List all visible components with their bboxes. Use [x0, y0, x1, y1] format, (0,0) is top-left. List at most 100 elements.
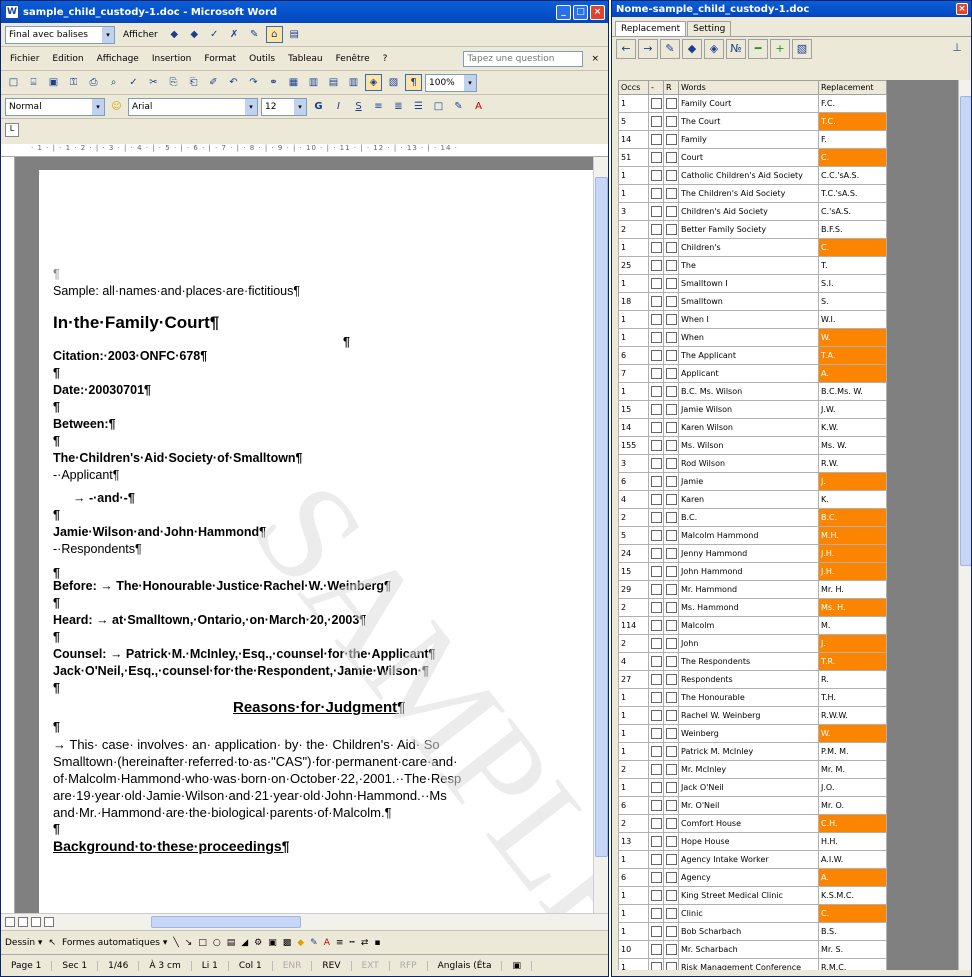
- font-color-draw-icon[interactable]: A: [324, 938, 330, 948]
- exclude-checkbox[interactable]: [648, 832, 664, 851]
- replace-checkbox[interactable]: [663, 778, 679, 797]
- spelling-icon[interactable]: ✓: [125, 74, 142, 91]
- table-row[interactable]: 114 Malcolm M.: [618, 616, 887, 635]
- justify-icon[interactable]: ≣: [390, 98, 407, 115]
- table-row[interactable]: 5 The Court T.C.: [618, 112, 887, 131]
- table-row[interactable]: 5 Malcolm Hammond M.H.: [618, 526, 887, 545]
- undo-icon[interactable]: ↶: [225, 74, 242, 91]
- replace-checkbox[interactable]: [663, 904, 679, 923]
- exclude-checkbox[interactable]: [648, 472, 664, 491]
- replace-checkbox[interactable]: [663, 760, 679, 779]
- replace-checkbox[interactable]: [663, 382, 679, 401]
- replacement-cell[interactable]: B.C.: [818, 508, 887, 527]
- new-doc-icon[interactable]: □: [5, 74, 22, 91]
- table-row[interactable]: 1 Family Court F.C.: [618, 94, 887, 113]
- cut-icon[interactable]: ✂: [145, 74, 162, 91]
- exclude-checkbox[interactable]: [648, 292, 664, 311]
- col-replacement[interactable]: Replacement: [818, 80, 887, 95]
- print-icon[interactable]: ⎙: [85, 74, 102, 91]
- print-view-icon[interactable]: [31, 917, 41, 927]
- exclude-checkbox[interactable]: [648, 796, 664, 815]
- replace-checkbox[interactable]: [663, 688, 679, 707]
- exclude-checkbox[interactable]: [648, 436, 664, 455]
- exclude-checkbox[interactable]: [648, 148, 664, 167]
- menu-fenetre[interactable]: Fenêtre: [331, 54, 375, 64]
- replace-checkbox[interactable]: [663, 922, 679, 941]
- outline-view-icon[interactable]: [44, 917, 54, 927]
- exclude-checkbox[interactable]: [648, 688, 664, 707]
- word-cell[interactable]: Applicant: [678, 364, 819, 383]
- replacement-scroll-thumb[interactable]: [960, 96, 971, 566]
- replace-checkbox[interactable]: [663, 256, 679, 275]
- style-select[interactable]: Normal ▾: [5, 97, 105, 116]
- doc-map-icon[interactable]: ▧: [385, 74, 402, 91]
- italic-icon[interactable]: I: [330, 98, 347, 115]
- replacement-cell[interactable]: R.M.C.: [818, 958, 887, 970]
- table-row[interactable]: 2 Mr. McInley Mr. M.: [618, 760, 887, 779]
- replace-checkbox[interactable]: [663, 652, 679, 671]
- word-cell[interactable]: B.C.: [678, 508, 819, 527]
- wordart-icon[interactable]: ◢: [241, 938, 248, 948]
- replace-checkbox[interactable]: [663, 742, 679, 761]
- menu-fichier[interactable]: Fichier: [5, 54, 44, 64]
- clipart-icon[interactable]: ▣: [268, 938, 277, 948]
- replace-checkbox[interactable]: [663, 940, 679, 959]
- table-row[interactable]: 1 The Honourable T.H.: [618, 688, 887, 707]
- exclude-checkbox[interactable]: [648, 310, 664, 329]
- replacement-cell[interactable]: C.'sA.S.: [818, 202, 887, 221]
- word-cell[interactable]: Family: [678, 130, 819, 149]
- bullets-icon[interactable]: ☰: [410, 98, 427, 115]
- font-color-icon[interactable]: A: [470, 98, 487, 115]
- exclude-checkbox[interactable]: [648, 382, 664, 401]
- replacement-cell[interactable]: C.H.: [818, 814, 887, 833]
- shadow-icon[interactable]: ▪: [374, 938, 380, 948]
- replacement-cell[interactable]: Ms. W.: [818, 436, 887, 455]
- table-row[interactable]: 1 Clinic C.: [618, 904, 887, 923]
- status-language[interactable]: Anglais (Éta: [428, 961, 503, 971]
- replacement-cell[interactable]: B.F.S.: [818, 220, 887, 239]
- exclude-checkbox[interactable]: [648, 400, 664, 419]
- comment-icon[interactable]: ✎: [246, 26, 263, 43]
- replacement-cell[interactable]: C.C.'sA.S.: [818, 166, 887, 185]
- table-row[interactable]: 51 Court C.: [618, 148, 887, 167]
- table-row[interactable]: 155 Ms. Wilson Ms. W.: [618, 436, 887, 455]
- replacement-scrollbar[interactable]: [958, 80, 971, 970]
- replacement-cell[interactable]: T.C.'sA.S.: [818, 184, 887, 203]
- replace-checkbox[interactable]: [663, 580, 679, 599]
- redo-icon[interactable]: ↷: [245, 74, 262, 91]
- table-row[interactable]: 1 Agency Intake Worker A.I.W.: [618, 850, 887, 869]
- exclude-checkbox[interactable]: [648, 706, 664, 725]
- columns-icon[interactable]: ▥: [345, 74, 362, 91]
- table-row[interactable]: 1 Smalltown I S.I.: [618, 274, 887, 293]
- replace-one-icon[interactable]: ◆: [682, 39, 702, 59]
- exclude-checkbox[interactable]: [648, 166, 664, 185]
- col-words[interactable]: Words: [678, 80, 819, 95]
- replace-checkbox[interactable]: [663, 796, 679, 815]
- arrow-style-icon[interactable]: ⇄: [361, 938, 369, 948]
- align-center-icon[interactable]: ≡: [370, 98, 387, 115]
- replacement-cell[interactable]: J.W.: [818, 400, 887, 419]
- close-doc-icon[interactable]: ×: [586, 54, 604, 64]
- reject-change-icon[interactable]: ✗: [226, 26, 243, 43]
- tab-selector-icon[interactable]: L: [5, 123, 19, 137]
- replacement-cell[interactable]: W.: [818, 724, 887, 743]
- permission-icon[interactable]: ⚿: [65, 74, 82, 91]
- replacement-cell[interactable]: T.R.: [818, 652, 887, 671]
- arrow-icon[interactable]: ↘: [185, 938, 193, 948]
- replace-checkbox[interactable]: [663, 328, 679, 347]
- prev-change-icon[interactable]: ◆: [166, 26, 183, 43]
- replacement-cell[interactable]: F.: [818, 130, 887, 149]
- replace-checkbox[interactable]: [663, 868, 679, 887]
- replacement-cell[interactable]: W.I.: [818, 310, 887, 329]
- diagram-icon[interactable]: ⚙: [254, 938, 262, 948]
- zoom-select[interactable]: 100% ▾: [425, 73, 477, 92]
- line-icon[interactable]: ╲: [173, 938, 178, 948]
- table-row[interactable]: 2 John J.: [618, 634, 887, 653]
- close-button[interactable]: ×: [590, 4, 605, 20]
- word-cell[interactable]: Malcolm Hammond: [678, 526, 819, 545]
- replace-all-icon[interactable]: ◈: [704, 39, 724, 59]
- replace-checkbox[interactable]: [663, 346, 679, 365]
- exclude-checkbox[interactable]: [648, 886, 664, 905]
- replacement-cell[interactable]: C.: [818, 904, 887, 923]
- table-row[interactable]: 10 Mr. Scharbach Mr. S.: [618, 940, 887, 959]
